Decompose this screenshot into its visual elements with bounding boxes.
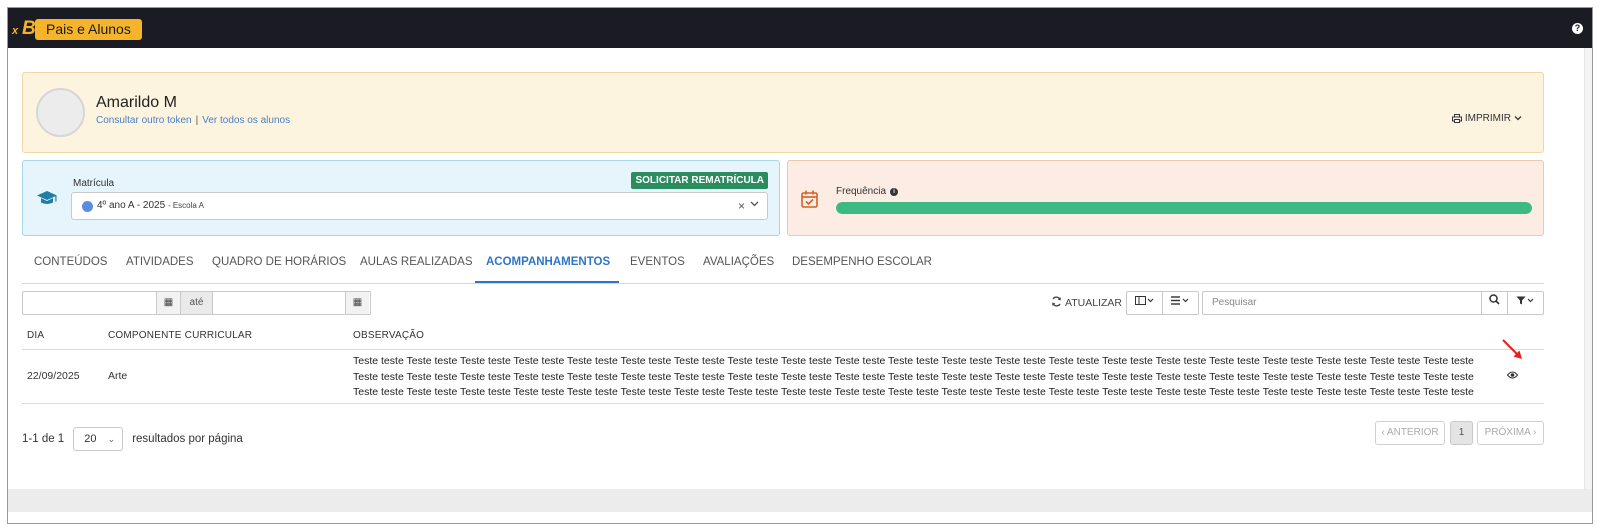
tab-atividades[interactable]: ATIVIDADES: [126, 256, 194, 268]
logo-letter: B: [22, 18, 36, 39]
column-header-dia[interactable]: DIA: [27, 330, 44, 341]
per-page-label: resultados por página: [132, 433, 243, 445]
enrollment-label: Matrícula: [73, 178, 115, 189]
footer-strip: [8, 489, 1592, 512]
browser-frame: x B Pais e Alunos ? Amarildo M Consultar…: [7, 7, 1593, 524]
selected-enrollment: 4º ano A - 2025 - Escola A: [97, 200, 204, 211]
app-name-badge[interactable]: Pais e Alunos: [35, 19, 142, 40]
date-from-input[interactable]: [23, 292, 156, 314]
next-page-button[interactable]: PRÓXIMA ›: [1477, 421, 1544, 445]
top-bar: x B Pais e Alunos ?: [8, 8, 1592, 48]
columns-toggle-button[interactable]: [1126, 291, 1163, 315]
column-header-observacao[interactable]: OBSERVAÇÃO: [353, 330, 424, 341]
calendar-icon[interactable]: ▦: [156, 292, 180, 314]
link-consultar-token[interactable]: Consultar outro token: [96, 115, 192, 126]
enrollment-select[interactable]: 4º ano A - 2025 - Escola A ×: [71, 192, 768, 220]
filter-button[interactable]: [1508, 291, 1544, 315]
tab-desempenho-escolar[interactable]: DESEMPENHO ESCOLAR: [792, 256, 932, 268]
enrollment-card: Matrícula SOLICITAR REMATRÍCULA 4º ano A…: [22, 160, 780, 236]
student-name: Amarildo M: [96, 94, 177, 111]
chevron-down-icon: ⌄: [107, 434, 116, 444]
student-card: Amarildo M Consultar outro token | Ver tod…: [22, 72, 1544, 153]
main-content: Amarildo M Consultar outro token | Ver tod…: [8, 48, 1592, 490]
frequency-label-wrap: Frequência i: [836, 186, 899, 197]
row-componente: Arte: [108, 370, 128, 382]
date-range-filter: ▦ até ▦: [22, 291, 371, 315]
tab-aulas-realizadas[interactable]: AULAS REALIZADAS: [360, 256, 472, 268]
help-icon[interactable]: ?: [1572, 23, 1583, 34]
clear-icon[interactable]: ×: [738, 199, 745, 213]
frequency-label: Frequência: [836, 186, 887, 197]
graduation-cap-icon: [36, 190, 58, 209]
refresh-button[interactable]: ATUALIZAR: [1051, 296, 1122, 310]
columns-icon: [1134, 296, 1153, 305]
previous-page-button[interactable]: ‹ ANTERIOR: [1375, 421, 1445, 445]
red-arrow-annotation: [1502, 339, 1522, 359]
refresh-label: ATUALIZAR: [1065, 297, 1122, 309]
row-observacao: Teste teste Teste teste Teste teste Test…: [353, 355, 1474, 402]
table-row: 22/09/2025 Arte Teste teste Teste teste …: [22, 339, 1544, 404]
print-label: IMPRIMIR: [1464, 113, 1511, 124]
table-header: DIA COMPONENTE CURRICULAR OBSERVAÇÃO: [22, 328, 1544, 350]
info-icon[interactable]: i: [890, 187, 899, 196]
calendar-icon[interactable]: ▦: [345, 292, 369, 314]
student-links: Consultar outro token | Ver todos os aluno…: [96, 115, 290, 126]
tab-acompanhamentos[interactable]: ACOMPANHAMENTOS: [486, 256, 610, 268]
refresh-icon: [1051, 296, 1062, 310]
logo-prefix: x: [12, 25, 19, 37]
chevron-down-icon: [1514, 113, 1522, 124]
date-between-label: até: [180, 292, 212, 314]
search-icon: [1489, 294, 1500, 305]
frequency-card: Frequência i: [787, 160, 1544, 236]
tab-avaliações[interactable]: AVALIAÇÕES: [703, 256, 774, 268]
link-separator: |: [195, 115, 199, 126]
pagination-info: 1-1 de 1 20 ⌄ resultados por página: [22, 427, 243, 451]
scrollbar[interactable]: [1584, 48, 1592, 489]
row-dia: 22/09/2025: [27, 370, 80, 382]
list-icon: [1170, 296, 1188, 305]
active-tab-indicator: [475, 281, 619, 283]
request-reenrollment-button[interactable]: SOLICITAR REMATRÍCULA: [631, 172, 768, 189]
filter-icon: [1516, 296, 1533, 305]
tab-conteúdos[interactable]: CONTEÚDOS: [34, 256, 107, 268]
date-to-input[interactable]: [212, 292, 345, 314]
search-button[interactable]: [1481, 291, 1508, 315]
calendar-check-icon: [801, 190, 818, 211]
per-page-select[interactable]: 20 ⌄: [73, 427, 124, 451]
printer-icon: [1451, 114, 1462, 123]
chevron-down-icon[interactable]: [750, 199, 759, 210]
link-ver-todos-alunos[interactable]: Ver todos os alunos: [202, 115, 290, 126]
frequency-progress-bar: [836, 202, 1532, 214]
eye-icon[interactable]: [1507, 371, 1518, 379]
current-page-button[interactable]: 1: [1450, 421, 1473, 445]
search-input[interactable]: Pesquisar: [1202, 291, 1482, 315]
frequency-progress-fill: [836, 202, 1532, 214]
selected-class: 4º ano A - 2025: [97, 200, 166, 211]
tab-bar: CONTEÚDOS ATIVIDADES QUADRO DE HORÁRIOS AUL…: [22, 248, 1544, 284]
selected-school: - Escola A: [167, 201, 204, 210]
tab-eventos[interactable]: EVENTOS: [630, 256, 685, 268]
results-range: 1-1 de 1: [22, 433, 65, 445]
class-color-dot: [82, 201, 93, 212]
tab-quadro-de-horários[interactable]: QUADRO DE HORÁRIOS: [212, 256, 346, 268]
print-button[interactable]: IMPRIMIR: [1451, 113, 1522, 124]
column-header-componente[interactable]: COMPONENTE CURRICULAR: [108, 330, 252, 341]
per-page-value: 20: [84, 433, 97, 445]
avatar: [36, 88, 85, 137]
list-options-button[interactable]: [1163, 291, 1199, 315]
